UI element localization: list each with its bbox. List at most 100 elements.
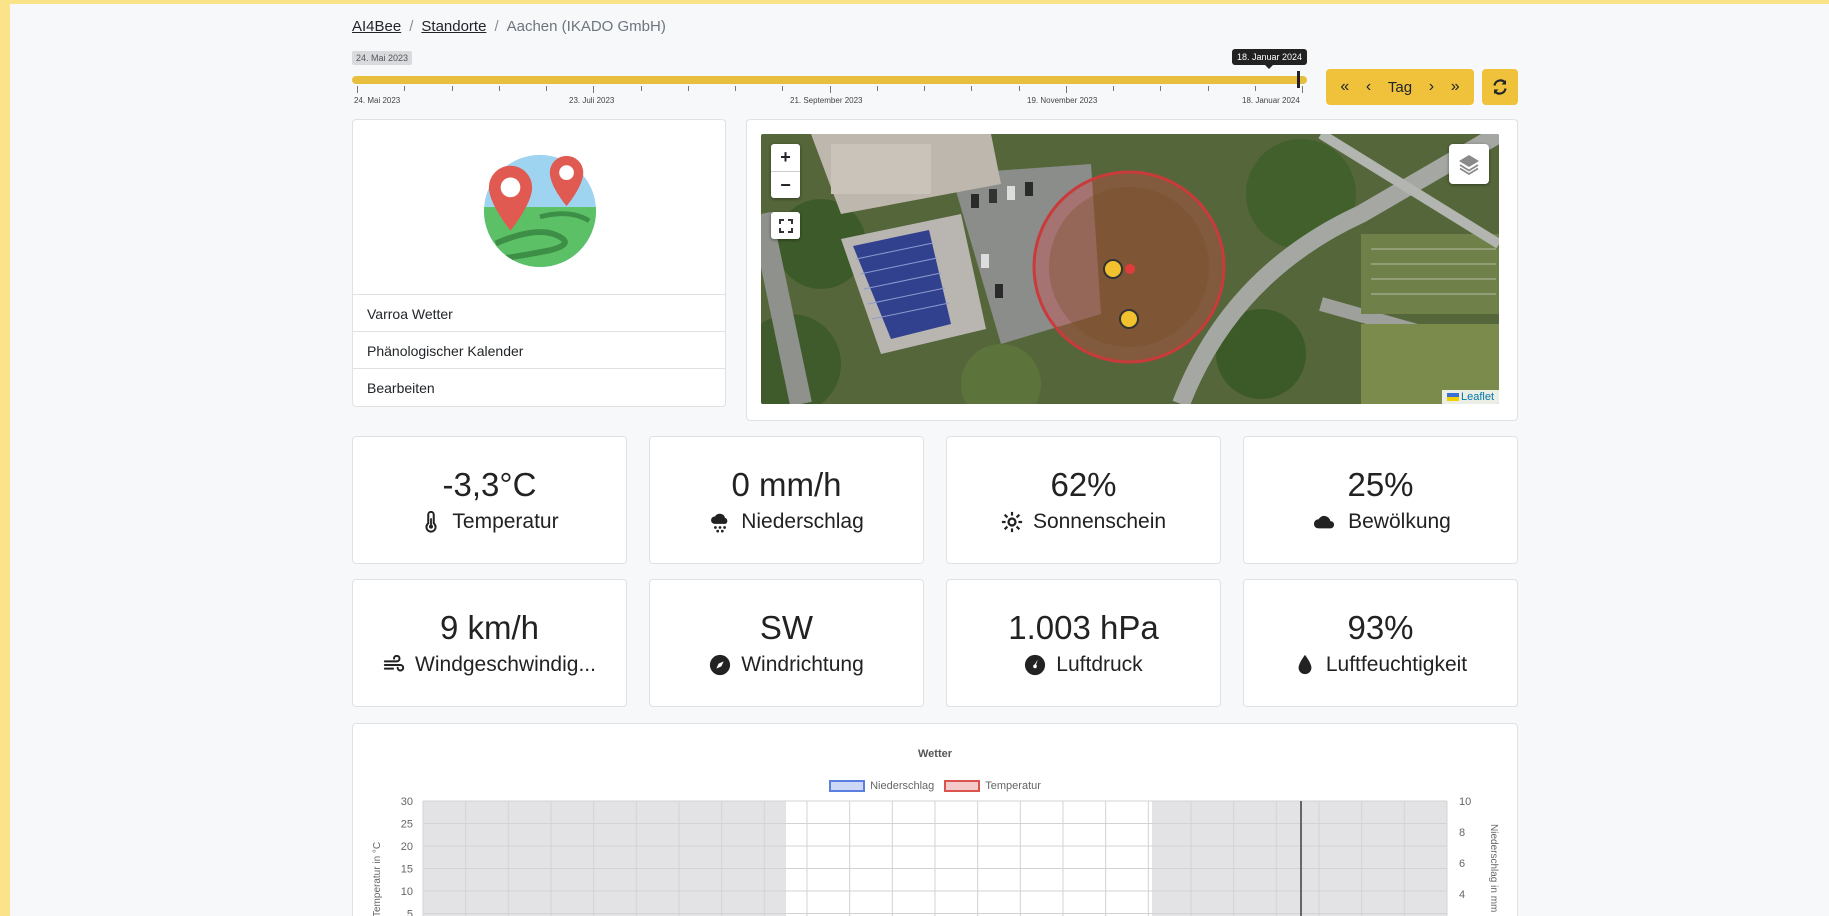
timeline-tick: [641, 86, 642, 91]
timeline-tick: [1302, 86, 1303, 93]
timeline-tick: [1066, 86, 1067, 93]
timeline-tick: [924, 86, 925, 91]
stat-card-windgeschwindigkeit: 9 km/h Windgeschwindig...: [352, 579, 627, 707]
timeline-tick-label: 24. Mai 2023: [354, 96, 401, 105]
stat-label-text: Luftfeuchtigkeit: [1325, 653, 1468, 676]
stat-card-luftfeuchtigkeit: 93% Luftfeuchtigkeit: [1243, 579, 1518, 707]
chart-y2-tick-label: 4: [1459, 889, 1465, 901]
weather-chart-card: Wetter Niederschlag Temperatur 30 25 20 15 1…: [352, 723, 1518, 916]
gauge-icon: [1025, 654, 1046, 676]
stat-card-temperatur: -3,3°C Temperatur: [352, 436, 627, 564]
chart-y-tick-label: 5: [407, 909, 413, 916]
map-card: + − Leaflet: [746, 119, 1518, 421]
breadcrumb-current: Aachen (IKADO GmbH): [506, 18, 666, 35]
chart-y-tick-label: 15: [401, 864, 413, 876]
timeline-tick: [782, 86, 783, 91]
timeline-track[interactable]: [352, 76, 1307, 84]
location-card: Varroa Wetter Phänologischer Kalender Be…: [352, 119, 726, 407]
flag-icon: [1446, 393, 1459, 402]
layers-button[interactable]: [1449, 144, 1489, 184]
chart-y-axis-title: Temperatur in °C: [372, 842, 383, 916]
stat-value: 1.003 hPa: [1008, 609, 1159, 646]
cloud-icon: [1314, 515, 1335, 529]
refresh-button[interactable]: [1482, 69, 1518, 105]
zoom-out-button[interactable]: −: [771, 171, 800, 198]
chart-y-tick-label: 10: [401, 886, 413, 898]
stat-label-text: Luftdruck: [1056, 653, 1143, 676]
stat-label-text: Temperatur: [452, 510, 559, 533]
refresh-icon: [1493, 79, 1507, 95]
timeline-tick: [735, 86, 736, 91]
next-period-button[interactable]: ›: [1429, 78, 1434, 96]
previous-period-button[interactable]: ‹: [1366, 78, 1371, 96]
timeline-tick: [1208, 86, 1209, 91]
chart-shaded-band: [1152, 801, 1447, 916]
location-menu: Varroa Wetter Phänologischer Kalender Be…: [353, 294, 725, 405]
timeline-ticks: [352, 86, 1307, 94]
menu-item-bearbeiten[interactable]: Bearbeiten: [353, 368, 725, 405]
thermometer-icon: [425, 511, 437, 533]
main-container: AI4Bee / Standorte / Aachen (IKADO GmbH)…: [342, 4, 1518, 916]
stat-label: Bewölkung: [1310, 510, 1451, 534]
stat-value: 0 mm/h: [731, 466, 842, 503]
last-period-button[interactable]: »: [1451, 78, 1460, 96]
stat-value: 25%: [1347, 466, 1414, 503]
fullscreen-icon: [778, 218, 793, 233]
stat-label-text: Niederschlag: [741, 510, 864, 533]
stat-label-text: Windrichtung: [741, 653, 864, 676]
first-period-button[interactable]: «: [1340, 78, 1349, 96]
timeline-tick: [688, 86, 689, 91]
chart-y-tick-label: 20: [401, 841, 413, 853]
menu-item-varroa-wetter[interactable]: Varroa Wetter: [353, 294, 725, 331]
timeline-start-label: 24. Mai 2023: [352, 51, 413, 65]
timeline-current-date-label: 18. Januar 2024: [1231, 49, 1307, 69]
timeline-tick: [877, 86, 878, 91]
chart-shaded-band: [423, 801, 786, 916]
timeline-tick: [546, 86, 547, 91]
timeline-tick: [404, 86, 405, 91]
stat-value: 62%: [1050, 466, 1117, 503]
timeline-tick-label: 23. Juli 2023: [569, 96, 615, 105]
map-attribution-link[interactable]: Leaflet: [1441, 390, 1499, 404]
stat-label-text: Bewölkung: [1348, 510, 1451, 533]
stat-label-text: Windgeschwindig...: [415, 653, 596, 676]
menu-item-phaenologischer-kalender[interactable]: Phänologischer Kalender: [353, 331, 725, 368]
stat-label: Windrichtung: [709, 653, 864, 677]
period-navigation: « ‹ Tag › »: [1326, 69, 1474, 105]
satellite-imagery: [761, 134, 1499, 404]
chart-y2-tick-label: 6: [1459, 858, 1465, 870]
period-select[interactable]: Tag: [1388, 79, 1412, 96]
stat-card-luftdruck: 1.003 hPa Luftdruck: [946, 579, 1221, 707]
chart-y-tick-label: 30: [401, 796, 413, 808]
stat-value: 93%: [1347, 609, 1414, 646]
stat-label: Luftfeuchtigkeit: [1294, 653, 1467, 677]
stat-label: Temperatur: [420, 510, 559, 534]
fullscreen-button[interactable]: [771, 212, 800, 239]
weather-chart: 30 25 20 15 10 5 10 8 6 4 Temperatur in °C Niedersc…: [372, 796, 1499, 916]
zoom-in-button[interactable]: +: [771, 144, 800, 171]
stat-value: 9 km/h: [439, 609, 540, 646]
breadcrumb-standorte-link[interactable]: Standorte: [421, 18, 486, 35]
satellite-map[interactable]: + − Leaflet: [761, 134, 1499, 404]
timeline-tick: [499, 86, 500, 91]
stat-label: Luftdruck: [1024, 653, 1143, 677]
date-timeline-slider[interactable]: 24. Mai 2023 18. Januar 2024 24. Mai 202…: [352, 49, 1307, 109]
breadcrumb-separator: /: [494, 18, 499, 35]
timeline-tick: [971, 86, 972, 91]
timeline-tick: [1113, 86, 1114, 91]
stat-card-bewoelkung: 25% Bewölkung: [1243, 436, 1518, 564]
timeline-tick: [1019, 86, 1020, 91]
timeline-tick: [830, 86, 831, 93]
stat-value: -3,3°C: [442, 466, 537, 503]
timeline-tick-label: 19. November 2023: [1027, 96, 1098, 105]
timeline-tick-label: 18. Januar 2024: [1242, 96, 1300, 105]
layers-icon: [1459, 155, 1479, 176]
breadcrumb-root-link[interactable]: AI4Bee: [352, 18, 401, 35]
stat-label: Sonnenschein: [1001, 510, 1166, 534]
compass-icon: [710, 654, 731, 676]
stat-label: Niederschlag: [709, 510, 864, 534]
timeline-tick: [1255, 86, 1256, 91]
map-zoom-control: + −: [771, 144, 800, 198]
wind-icon: [383, 654, 405, 672]
timeline-tick: [1160, 86, 1161, 91]
